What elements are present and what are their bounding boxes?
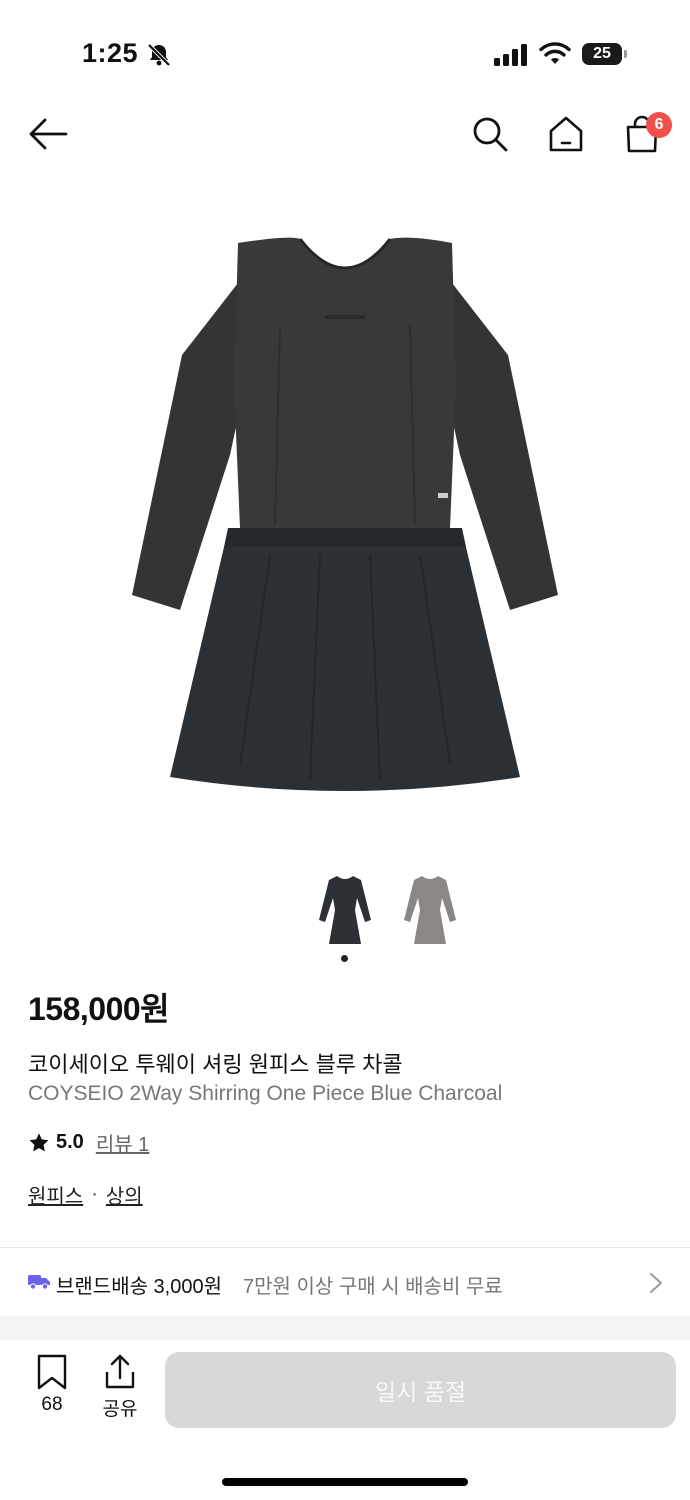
battery-level: 25 (593, 45, 611, 62)
category-link-dress[interactable]: 원피스 (28, 1180, 83, 1209)
home-icon (549, 116, 583, 152)
product-title-english: COYSEIO 2Way Shirring One Piece Blue Cha… (28, 1082, 503, 1105)
shipping-label: 브랜드배송 3,000원 (56, 1276, 223, 1298)
search-icon (473, 117, 508, 152)
chevron-right-icon (650, 1273, 662, 1293)
bookmark-icon (37, 1354, 67, 1390)
back-arrow-icon (29, 118, 68, 150)
home-button[interactable] (544, 112, 588, 156)
product-image[interactable] (120, 225, 570, 810)
shipping-note: 7만원 이상 구매 시 배송비 무료 (243, 1276, 503, 1298)
review-link[interactable]: 리뷰 1 (96, 1128, 149, 1157)
category-separator: · (91, 1183, 98, 1205)
battery-icon: 25 (582, 43, 628, 67)
status-time: 1:25 (82, 38, 139, 68)
category-link-top[interactable]: 상의 (106, 1180, 143, 1209)
wifi-icon (539, 42, 571, 64)
signal-icon (494, 44, 527, 66)
bookmark-count: 68 (41, 1394, 63, 1415)
bookmark-button[interactable]: 68 (26, 1352, 78, 1422)
search-button[interactable] (468, 112, 512, 156)
share-button[interactable]: 공유 (96, 1352, 144, 1422)
share-icon (105, 1354, 135, 1389)
product-price: 158,000원 (28, 991, 170, 1027)
cart-count-badge: 6 (646, 112, 672, 138)
rating-value: 5.0 (56, 1131, 84, 1153)
back-button[interactable] (26, 112, 70, 156)
bell-off-icon (147, 43, 171, 67)
divider (0, 1247, 690, 1248)
star-icon (29, 1132, 49, 1151)
carousel-indicator-dot (341, 955, 348, 962)
rating-row: 5.0 리뷰 1 (28, 1128, 149, 1157)
share-label: 공유 (102, 1399, 138, 1420)
sold-out-button[interactable]: 일시 품절 (165, 1352, 676, 1428)
thumbnail-charcoal[interactable] (317, 872, 373, 948)
truck-icon (28, 1275, 50, 1290)
category-breadcrumb: 원피스 · 상의 (28, 1180, 143, 1209)
section-spacer (0, 1316, 690, 1340)
home-indicator (222, 1478, 468, 1486)
shipping-info-row[interactable]: 브랜드배송 3,000원 7만원 이상 구매 시 배송비 무료 (0, 1250, 690, 1314)
product-title-korean: 코이세이오 투웨이 셔링 원피스 블루 차콜 (28, 1052, 403, 1077)
thumbnail-gray[interactable] (402, 872, 458, 948)
